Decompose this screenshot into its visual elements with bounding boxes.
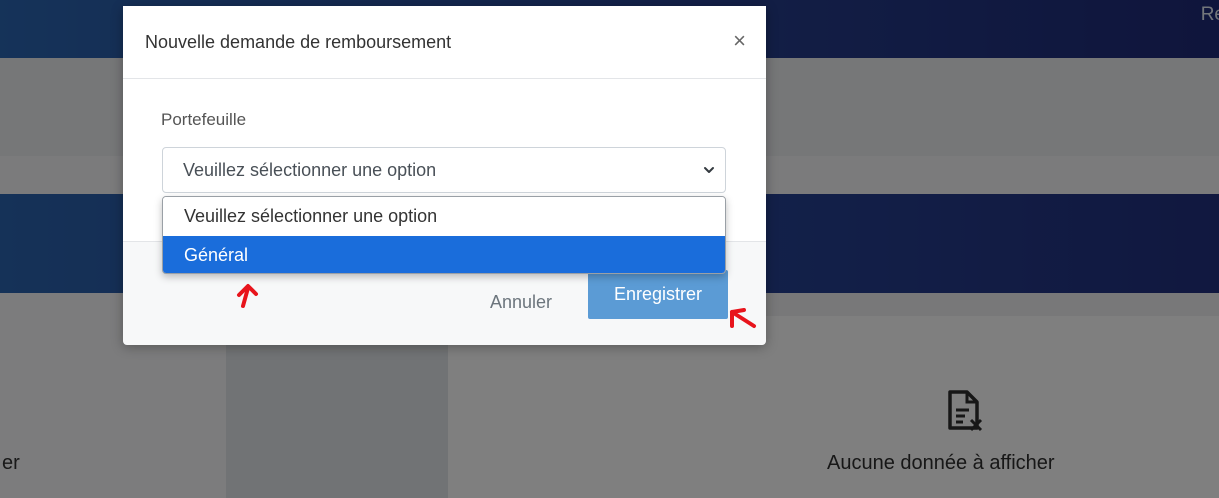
cancel-button[interactable]: Annuler bbox=[471, 284, 571, 320]
screen: Re er Aucune donnée à afficher Nouvelle … bbox=[0, 0, 1219, 498]
annotation-arrow-icon bbox=[237, 284, 258, 308]
portfolio-select[interactable]: Veuillez sélectionner une option bbox=[162, 147, 726, 193]
reimbursement-modal: Nouvelle demande de remboursement × Port… bbox=[123, 6, 766, 345]
annotation-arrow-icon bbox=[730, 308, 756, 328]
portfolio-label: Portefeuille bbox=[161, 110, 247, 129]
portfolio-dropdown-list: Veuillez sélectionner une option Général bbox=[162, 196, 726, 274]
save-button[interactable]: Enregistrer bbox=[588, 270, 728, 319]
chevron-down-icon bbox=[704, 167, 714, 173]
modal-header: Nouvelle demande de remboursement × bbox=[123, 6, 766, 79]
modal-title: Nouvelle demande de remboursement bbox=[145, 32, 452, 52]
dropdown-option-placeholder[interactable]: Veuillez sélectionner une option bbox=[163, 197, 725, 235]
portfolio-select-value: Veuillez sélectionner une option bbox=[183, 160, 437, 180]
close-icon[interactable]: × bbox=[733, 30, 746, 52]
dropdown-option-general[interactable]: Général bbox=[163, 236, 725, 273]
